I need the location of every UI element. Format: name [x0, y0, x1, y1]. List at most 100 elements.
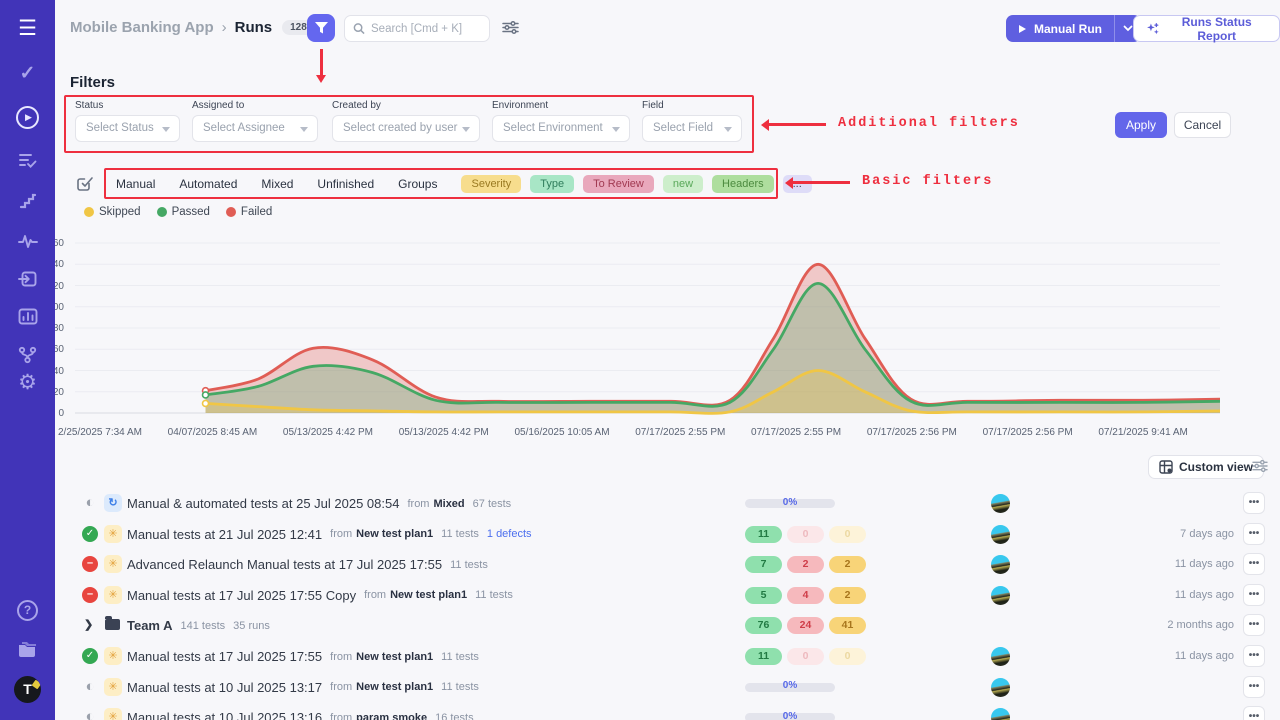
x-tick-label: 07/21/2025 9:41 AM	[1098, 427, 1188, 438]
filter-funnel-button[interactable]	[307, 14, 335, 42]
tests-count: 67 tests	[473, 498, 512, 510]
time-ago: 11 days ago	[1175, 589, 1234, 601]
search-box[interactable]	[344, 15, 490, 42]
menu-icon[interactable]: ☰	[0, 16, 55, 41]
skipped-badge: 0	[829, 648, 866, 665]
passed-badge: 76	[745, 617, 782, 634]
legend-dot-skipped	[84, 207, 94, 217]
pulse-icon[interactable]	[0, 232, 55, 250]
run-row[interactable]: ◐ ↻ Manual & automated tests at 25 Jul 2…	[55, 488, 1280, 519]
runs-play-icon[interactable]: ▶	[0, 106, 55, 129]
filter-link-manual[interactable]: Manual	[116, 177, 155, 191]
run-title[interactable]: Manual tests at 10 Jul 2025 13:16	[127, 710, 322, 720]
tests-check-icon[interactable]: ✓	[0, 62, 55, 85]
row-more-button[interactable]: •••	[1243, 676, 1265, 698]
help-icon[interactable]: ?	[0, 600, 55, 621]
search-settings-icon[interactable]	[502, 20, 519, 40]
search-icon	[353, 22, 365, 35]
row-more-button[interactable]: •••	[1243, 706, 1265, 720]
legend-item-passed: Passed	[157, 206, 210, 218]
field-select[interactable]: Select Field	[642, 115, 742, 142]
from-label: from	[330, 681, 352, 693]
run-title[interactable]: Advanced Relaunch Manual tests at 17 Jul…	[127, 557, 442, 572]
tests-count: 16 tests	[435, 712, 474, 720]
list-settings-icon[interactable]	[1252, 459, 1268, 478]
run-row[interactable]: ◐ ✳ Manual tests at 10 Jul 2025 13:16 fr…	[55, 702, 1280, 720]
bulk-select-icon[interactable]	[76, 174, 94, 197]
row-more-button[interactable]: •••	[1243, 553, 1265, 575]
steps-icon[interactable]	[0, 192, 55, 210]
test-plans-icon[interactable]	[0, 152, 55, 170]
tag-type[interactable]: Type	[530, 175, 574, 193]
run-type-icon: ✳	[104, 708, 122, 720]
plan-name: Mixed	[433, 498, 464, 510]
legend-dot-passed	[157, 207, 167, 217]
row-more-button[interactable]: •••	[1243, 492, 1265, 514]
row-more-button[interactable]: •••	[1243, 584, 1265, 606]
cancel-button[interactable]: Cancel	[1174, 112, 1231, 138]
defects-link[interactable]: 1 defects	[487, 528, 532, 540]
created-by-select[interactable]: Select created by user	[332, 115, 480, 142]
tests-count: 11 tests	[441, 528, 479, 540]
runs-status-report-button[interactable]: Runs Status Report	[1133, 15, 1280, 42]
app-root: ☰ ✓ ▶ ⚙ ? T Mobile Banking App›Runs128	[0, 0, 1280, 720]
result-badges: 11 0 0	[745, 526, 866, 543]
breadcrumb-project[interactable]: Mobile Banking App	[70, 19, 214, 36]
tag-new[interactable]: new	[663, 175, 703, 193]
tag-to-review[interactable]: To Review	[583, 175, 654, 193]
custom-view-button[interactable]: Custom view	[1148, 455, 1264, 479]
run-title[interactable]: Team A	[127, 618, 173, 633]
skipped-badge: 2	[829, 556, 866, 573]
run-title[interactable]: Manual tests at 17 Jul 2025 17:55	[127, 649, 322, 664]
run-type-icon: ✳	[104, 555, 122, 573]
filter-link-automated[interactable]: Automated	[179, 177, 237, 191]
annotation-arrow-additional	[768, 123, 826, 126]
settings-gear-icon[interactable]: ⚙	[0, 370, 55, 395]
status-select[interactable]: Select Status	[75, 115, 180, 142]
tag-severity[interactable]: Severity	[461, 175, 521, 193]
branches-icon[interactable]	[0, 346, 55, 364]
environment-select[interactable]: Select Environment	[492, 115, 630, 142]
filter-link-groups[interactable]: Groups	[398, 177, 437, 191]
filter-label: Field	[642, 100, 742, 111]
progress-label: 0%	[745, 497, 835, 508]
table-view-icon	[1159, 460, 1173, 474]
assignee-select[interactable]: Select Assignee	[192, 115, 318, 142]
run-row[interactable]: ✓ ✳ Manual tests at 17 Jul 2025 17:55 fr…	[55, 641, 1280, 672]
run-row[interactable]: – ✳ Manual tests at 17 Jul 2025 17:55 Co…	[55, 580, 1280, 611]
search-input[interactable]	[371, 23, 481, 35]
plan-name: New test plan1	[356, 528, 433, 540]
row-more-button[interactable]: •••	[1243, 645, 1265, 667]
app-logo[interactable]: T	[0, 676, 55, 708]
row-more-button[interactable]: •••	[1243, 523, 1265, 545]
run-title[interactable]: Manual tests at 10 Jul 2025 13:17	[127, 680, 322, 695]
run-row[interactable]: ❯ Team A 141 tests 35 runs 76 24 41 2 mo…	[55, 610, 1280, 641]
run-title[interactable]: Manual & automated tests at 25 Jul 2025 …	[127, 496, 399, 511]
play-icon	[1018, 24, 1027, 34]
expand-chevron-icon[interactable]: ❯	[84, 618, 93, 631]
run-status-icon: ✓	[82, 648, 98, 664]
progress-label: 0%	[745, 680, 835, 691]
run-title[interactable]: Manual tests at 17 Jul 2025 17:55 Copy	[127, 588, 356, 603]
filter-link-unfinished[interactable]: Unfinished	[317, 177, 374, 191]
projects-icon[interactable]	[0, 640, 55, 658]
run-row[interactable]: – ✳ Advanced Relaunch Manual tests at 17…	[55, 549, 1280, 580]
filter-field-created-by: Created by Select created by user	[332, 100, 480, 142]
manual-run-button[interactable]: Manual Run	[1006, 22, 1114, 36]
analytics-icon[interactable]	[0, 308, 55, 326]
tag-headers[interactable]: Headers	[712, 175, 774, 193]
import-icon[interactable]	[0, 270, 55, 288]
apply-button[interactable]: Apply	[1115, 112, 1167, 138]
run-row[interactable]: ✓ ✳ Manual tests at 21 Jul 2025 12:41 fr…	[55, 519, 1280, 550]
run-type-icon: ↻	[104, 494, 122, 512]
filter-link-mixed[interactable]: Mixed	[261, 177, 293, 191]
run-title[interactable]: Manual tests at 21 Jul 2025 12:41	[127, 527, 322, 542]
result-badges: 5 4 2	[745, 587, 866, 604]
annotation-arrow-basic	[792, 181, 850, 184]
run-row[interactable]: ◐ ✳ Manual tests at 10 Jul 2025 13:17 fr…	[55, 672, 1280, 703]
breadcrumb: Mobile Banking App›Runs128	[70, 19, 315, 36]
x-tick-label: 05/16/2025 10:05 AM	[514, 427, 609, 438]
run-status-icon: –	[82, 556, 98, 572]
row-more-button[interactable]: •••	[1243, 614, 1265, 636]
x-tick-label: 05/13/2025 4:42 PM	[283, 427, 373, 438]
